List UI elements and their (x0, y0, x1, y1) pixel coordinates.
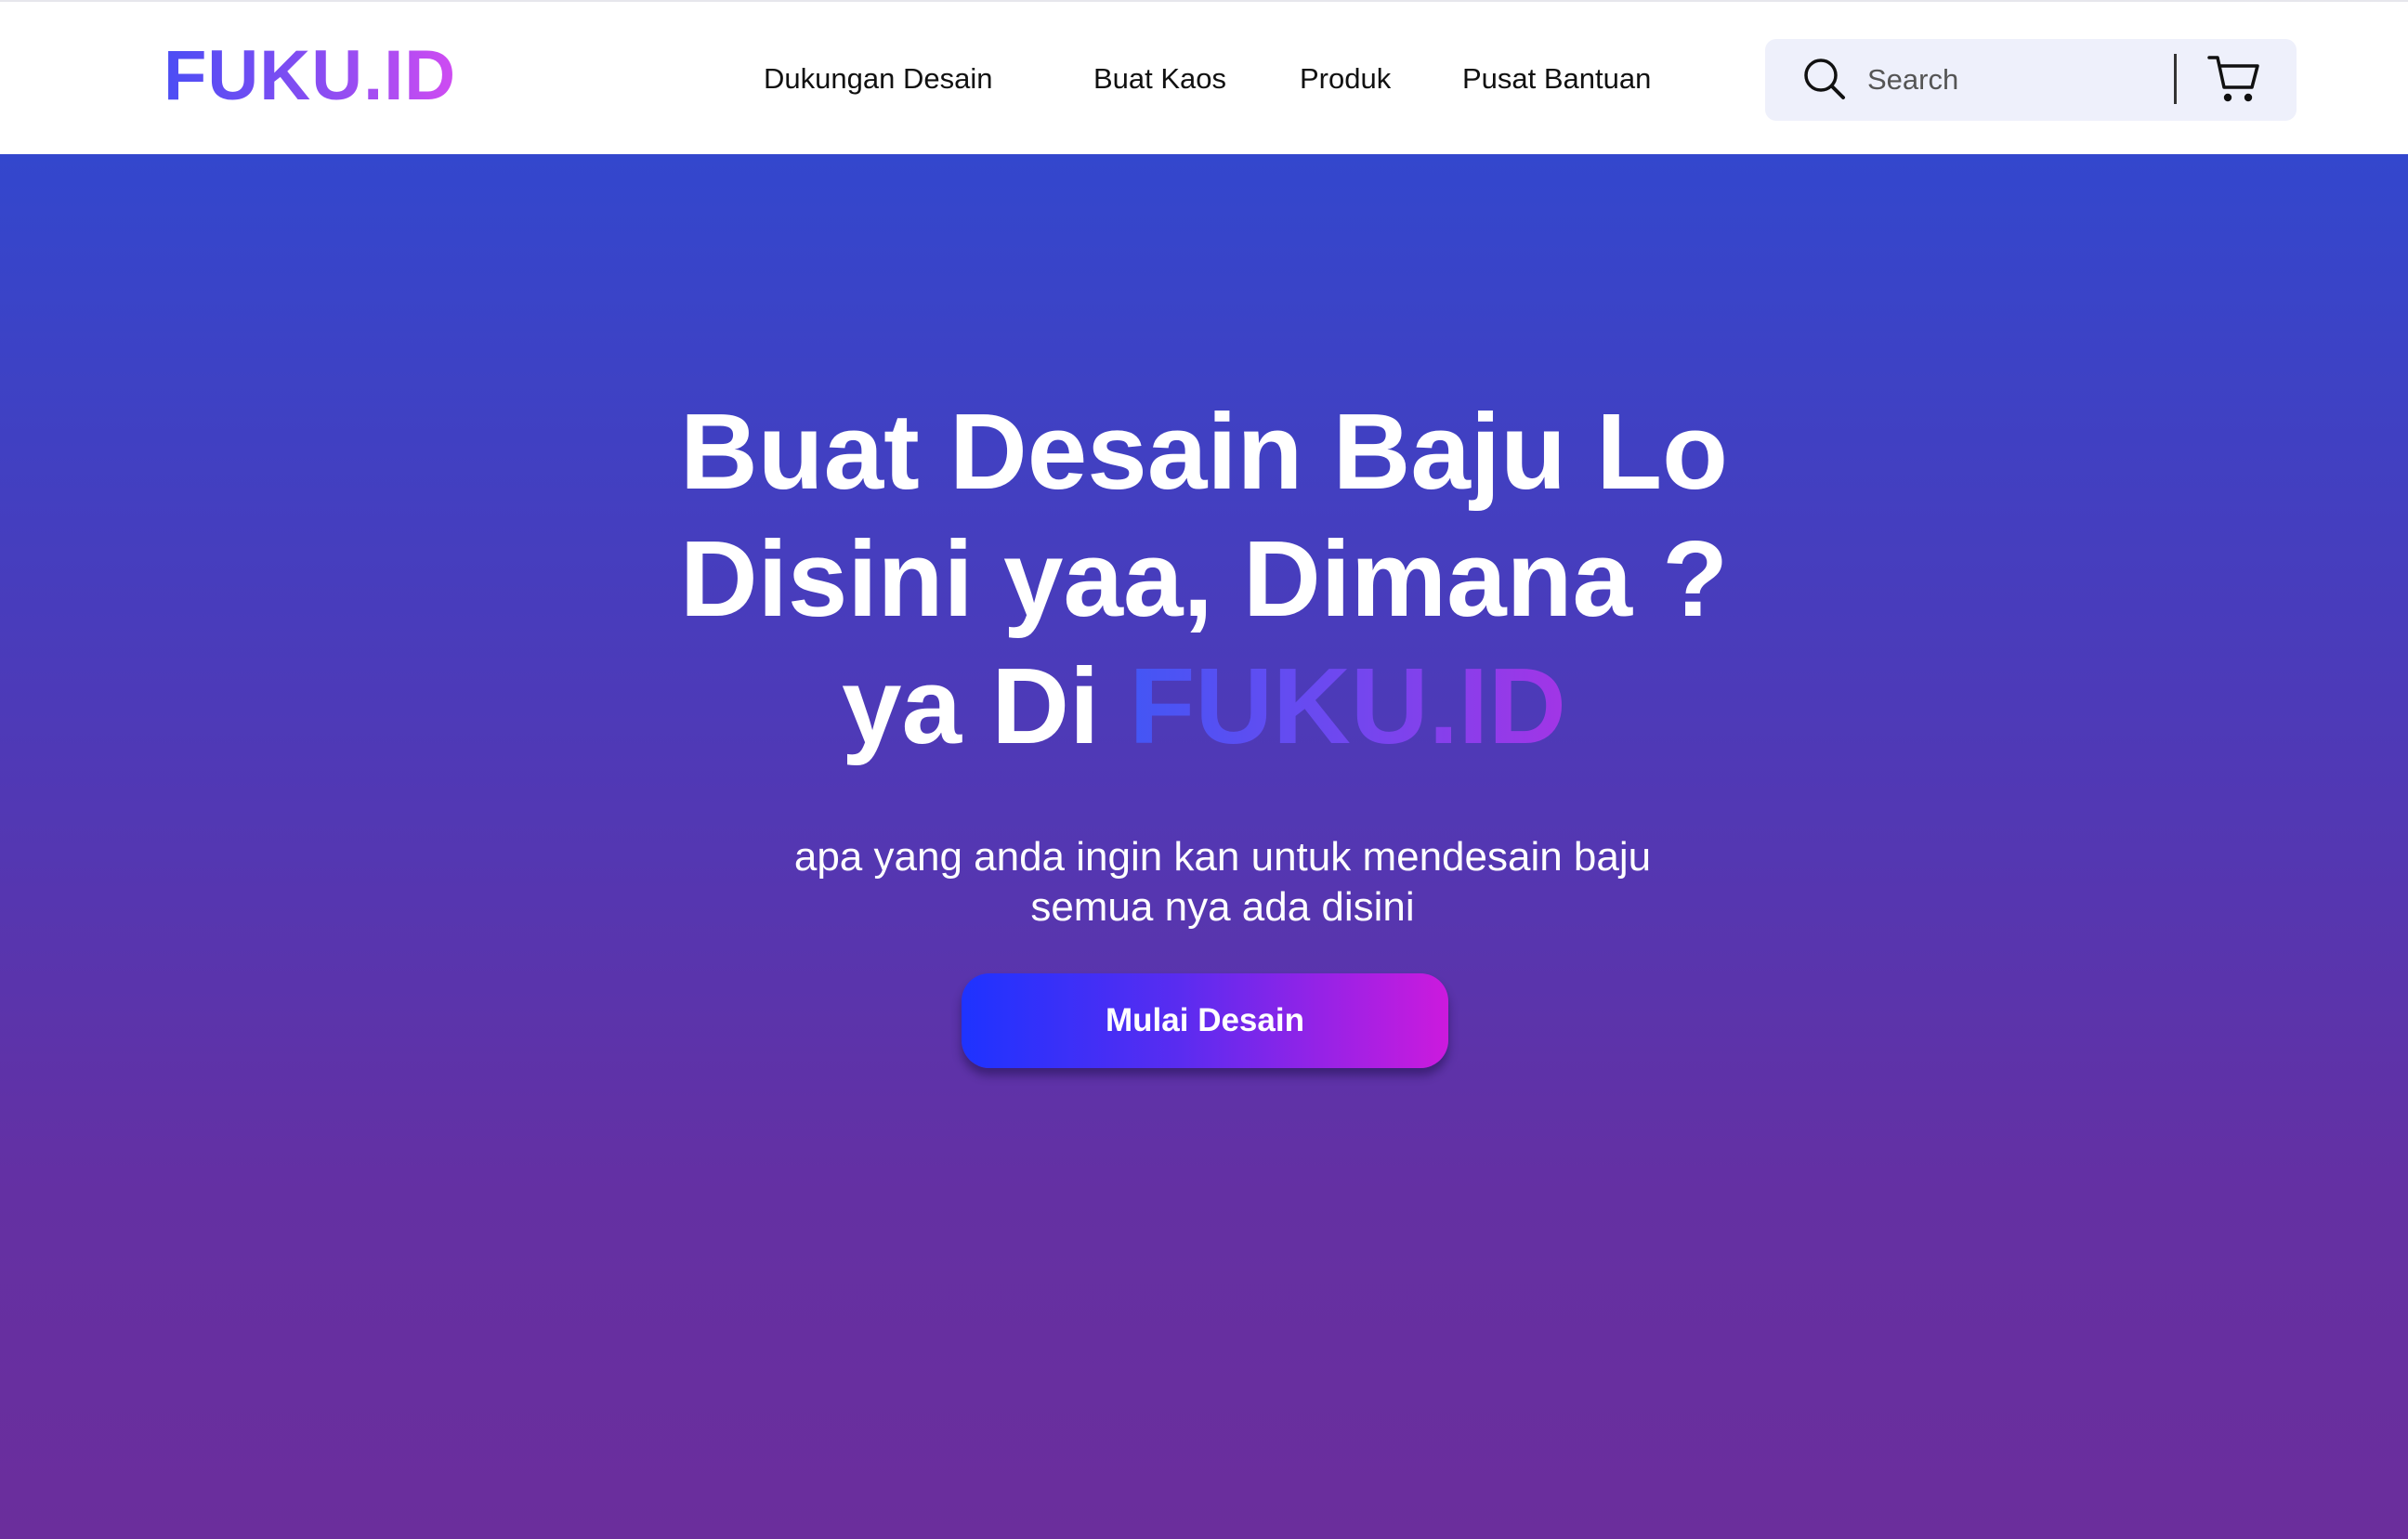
hero-subtitle-line-2: semua nya ada disini (1030, 884, 1415, 930)
nav-link-produk[interactable]: Produk (1300, 61, 1391, 96)
search-bar (1765, 39, 2297, 121)
cart-icon[interactable] (2205, 52, 2261, 106)
hero-title-brand: FUKU.ID (1129, 646, 1566, 766)
search-input[interactable] (1867, 56, 2146, 104)
nav-link-pusat-bantuan[interactable]: Pusat Bantuan (1462, 61, 1651, 96)
hero-title-line-2: Disini yaa, Dimana ? (679, 518, 1729, 639)
top-navbar: FUKU.ID Dukungan Desain Buat Kaos Produk… (0, 0, 2408, 154)
brand-logo[interactable]: FUKU.ID (164, 41, 456, 111)
hero-subtitle-line-1: apa yang anda ingin kan untuk mendesain … (793, 834, 1652, 880)
search-icon[interactable] (1802, 57, 1847, 101)
hero-section: Buat Desain Baju Lo Disini yaa, Dimana ?… (0, 154, 2408, 1539)
hero-title-prefix: ya Di (842, 646, 1130, 766)
mulai-desain-button[interactable]: Mulai Desain (962, 973, 1448, 1068)
nav-link-dukungan-desain[interactable]: Dukungan Desain (764, 61, 992, 96)
hero-title: Buat Desain Baju Lo Disini yaa, Dimana ?… (0, 388, 2408, 770)
hero-title-line-1: Buat Desain Baju Lo (680, 391, 1728, 512)
search-divider (2174, 54, 2177, 104)
hero-title-line-3: ya Di FUKU.ID (0, 643, 2408, 770)
nav-link-buat-kaos[interactable]: Buat Kaos (1093, 61, 1226, 96)
hero-subtitle: apa yang anda ingin kan untuk mendesain … (0, 832, 2408, 933)
